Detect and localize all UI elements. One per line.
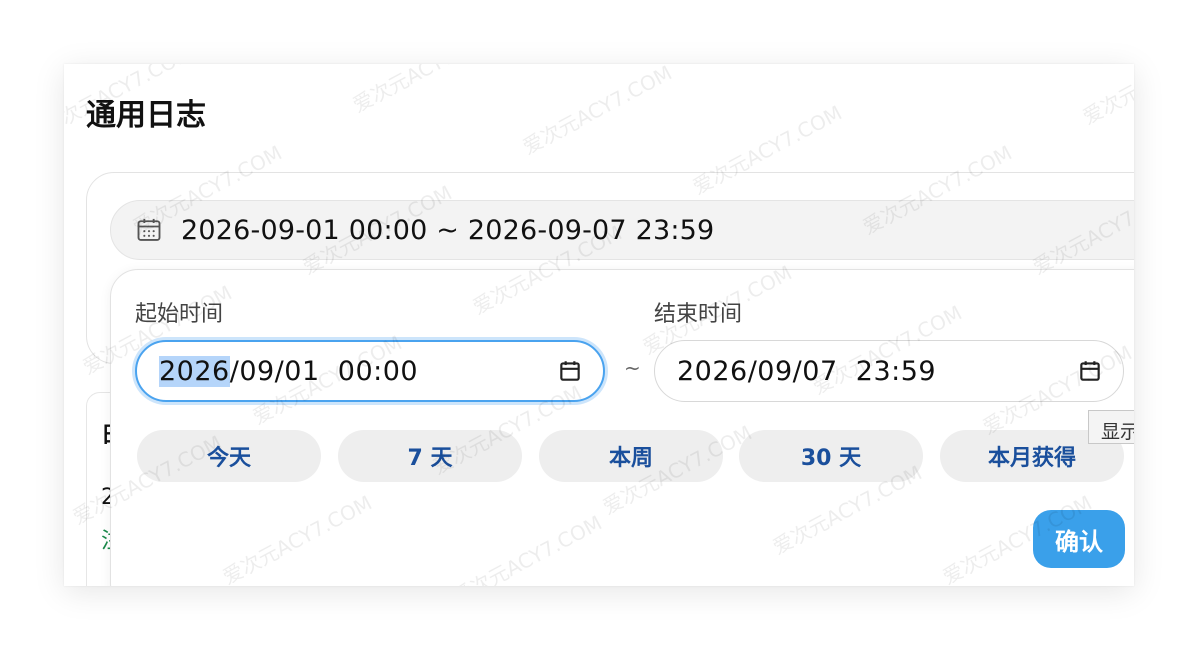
date-range-text: 2026-09-01 00:00 ~ 2026-09-07 23:59 <box>181 214 715 246</box>
tooltip: 显示 <box>1088 410 1134 444</box>
date-range-picker[interactable]: 2026-09-01 00:00 ~ 2026-09-07 23:59 <box>110 200 1134 260</box>
quick-7-days-button[interactable]: 7 天 <box>338 430 522 482</box>
watermark-text: 爱次元ACY7.COM <box>348 64 506 118</box>
date-range-popover: 起始时间 结束时间 2026/09/01 00:00 ~ 2026/09/07 … <box>110 269 1134 586</box>
start-datetime-input[interactable]: 2026/09/01 00:00 <box>135 340 605 402</box>
app-window: 通用日志 日 2 注 2026-09-01 00:00 ~ 2026-09-07… <box>64 64 1134 586</box>
watermark-text: 爱次元ACY7.COM <box>518 64 676 160</box>
page-title: 通用日志 <box>86 98 206 133</box>
end-datetime-value: 2026/09/07 23:59 <box>677 355 937 387</box>
start-time-label: 起始时间 <box>135 302 224 327</box>
calendar-picker-icon[interactable] <box>1077 358 1103 384</box>
watermark-text: 爱次元ACY7.COM <box>1078 64 1134 130</box>
range-separator: ~ <box>624 356 641 380</box>
quick-30-days-button[interactable]: 30 天 <box>739 430 923 482</box>
quick-this-week-button[interactable]: 本周 <box>539 430 723 482</box>
calendar-icon <box>137 218 161 241</box>
start-year-selection: 2026 <box>159 355 230 387</box>
confirm-button[interactable]: 确认 <box>1033 510 1125 568</box>
end-datetime-input[interactable]: 2026/09/07 23:59 <box>654 340 1124 402</box>
calendar-picker-icon[interactable] <box>557 358 583 384</box>
start-datetime-rest: /09/01 00:00 <box>229 355 419 387</box>
quick-today-button[interactable]: 今天 <box>137 430 321 482</box>
start-datetime-value: 2026/09/01 00:00 <box>159 355 557 387</box>
end-time-label: 结束时间 <box>654 302 743 327</box>
